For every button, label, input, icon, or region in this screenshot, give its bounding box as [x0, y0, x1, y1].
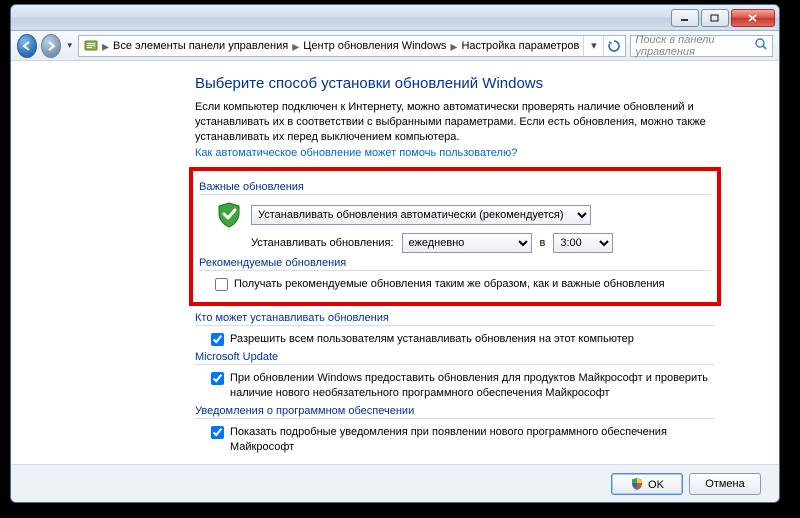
footer: OK Отмена [11, 464, 779, 502]
breadcrumb-seg-1[interactable]: Все элементы панели управления [109, 40, 292, 52]
search-icon [754, 37, 768, 54]
msupdate-checkbox[interactable] [211, 372, 224, 385]
sidebar [11, 61, 75, 464]
msupdate-checkbox-label: При обновлении Windows предоставить обно… [230, 371, 715, 401]
important-mode-select[interactable]: Устанавливать обновления автоматически (… [251, 205, 591, 225]
notify-checkbox[interactable] [211, 426, 224, 439]
cancel-button[interactable]: Отмена [689, 473, 761, 495]
breadcrumb[interactable]: ▸ Все элементы панели управления ▸ Центр… [78, 35, 626, 57]
help-link[interactable]: Как автоматическое обновление может помо… [195, 147, 517, 159]
refresh-button[interactable] [603, 36, 623, 56]
search-input[interactable]: Поиск в панели управления [630, 35, 773, 57]
nav-back-button[interactable] [17, 34, 37, 58]
minimize-button[interactable] [671, 9, 699, 27]
who-checkbox-label: Разрешить всем пользователям устанавлива… [230, 332, 634, 347]
maximize-button[interactable] [701, 9, 729, 27]
ok-button[interactable]: OK [611, 473, 683, 495]
intro-text: Если компьютер подключен к Интернету, мо… [195, 100, 715, 145]
nav-history-drop[interactable]: ▾ [65, 40, 74, 51]
chevron-right-icon: ▸ [292, 39, 299, 53]
shield-check-icon [215, 201, 243, 229]
schedule-frequency-select[interactable]: ежедневно [402, 233, 532, 253]
page-title: Выберите способ установки обновлений Win… [195, 75, 715, 92]
group-important-heading: Важные обновления [199, 181, 711, 195]
group-recommended-heading: Рекомендуемые обновления [199, 257, 711, 271]
breadcrumb-seg-3[interactable]: Настройка параметров [457, 40, 583, 52]
group-msupdate-heading: Microsoft Update [195, 351, 715, 365]
nav-forward-button[interactable] [41, 34, 61, 58]
search-placeholder: Поиск в панели управления [635, 34, 754, 58]
group-notify-heading: Уведомления о программном обеспечении [195, 405, 715, 419]
uac-shield-icon [630, 477, 644, 491]
breadcrumb-seg-2[interactable]: Центр обновления Windows [299, 40, 450, 52]
who-checkbox[interactable] [211, 333, 224, 346]
at-label: в [540, 237, 546, 249]
titlebar [11, 5, 779, 31]
breadcrumb-dropdown-button[interactable]: ▾ [583, 36, 603, 56]
schedule-label: Устанавливать обновления: [251, 237, 394, 249]
navbar: ▾ ▸ Все элементы панели управления ▸ Цен… [11, 31, 779, 61]
chevron-right-icon: ▸ [450, 39, 457, 53]
close-button[interactable] [731, 9, 775, 27]
recommended-checkbox[interactable] [215, 278, 228, 291]
control-panel-icon [83, 38, 99, 54]
schedule-time-select[interactable]: 3:00 [553, 233, 613, 253]
chevron-right-icon: ▸ [102, 39, 109, 53]
group-who-heading: Кто может устанавливать обновления [195, 312, 715, 326]
notify-checkbox-label: Показать подробные уведомления при появл… [230, 425, 715, 455]
highlight-box: Важные обновления Устанавливать обновлен… [189, 167, 721, 307]
recommended-checkbox-label: Получать рекомендуемые обновления таким … [234, 277, 665, 292]
